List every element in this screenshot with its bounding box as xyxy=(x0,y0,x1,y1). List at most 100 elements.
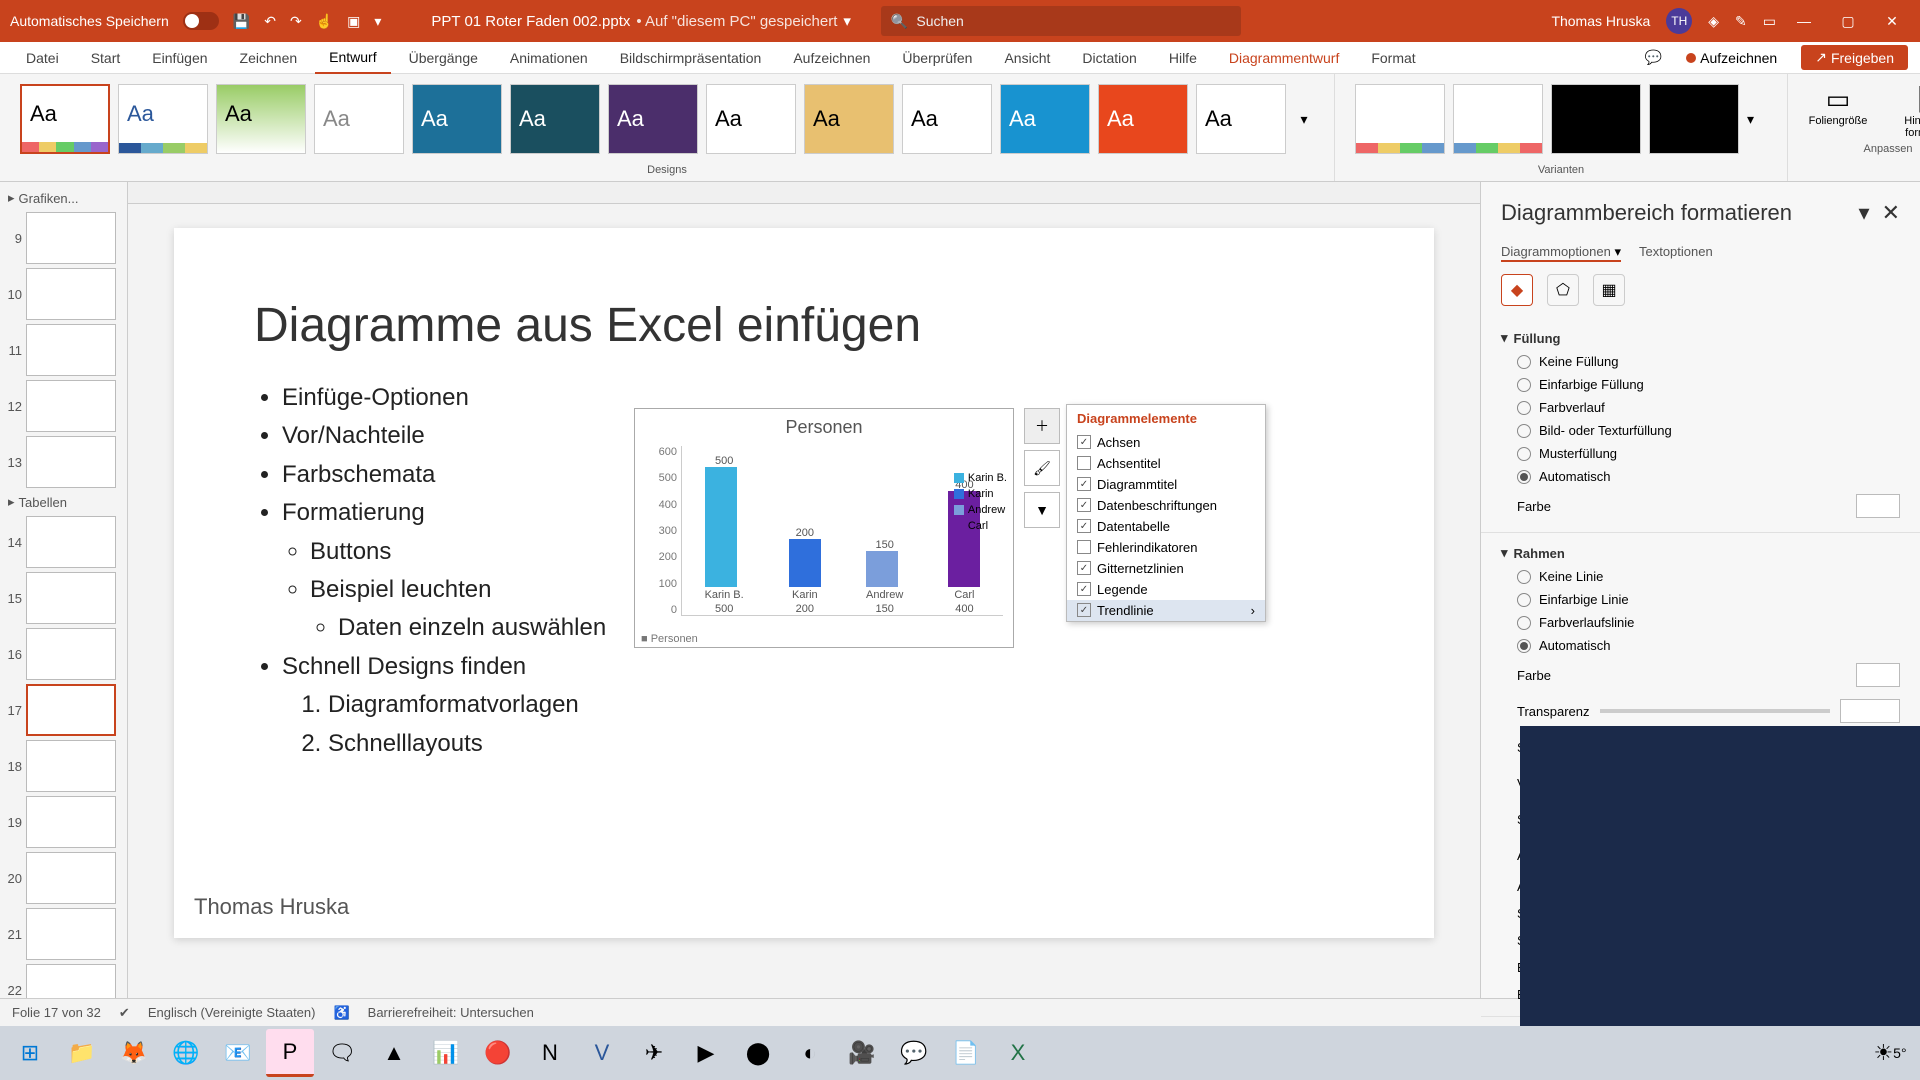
slide-title[interactable]: Diagramme aus Excel einfügen xyxy=(254,298,1354,353)
app-icon-5[interactable]: ◐ xyxy=(786,1029,834,1077)
effects-icon[interactable]: ⬠ xyxy=(1547,274,1579,306)
present-icon[interactable]: ▣ xyxy=(347,13,360,30)
theme-5[interactable]: Aa xyxy=(412,84,502,154)
chrome-icon[interactable]: 🌐 xyxy=(162,1029,210,1077)
thumb-19[interactable] xyxy=(26,796,116,848)
vlc-icon[interactable]: ▲ xyxy=(370,1029,418,1077)
thumb-22[interactable] xyxy=(26,964,116,998)
theme-12[interactable]: Aa xyxy=(1098,84,1188,154)
elem-trendlinie[interactable]: ✓Trendlinie› xyxy=(1067,600,1265,621)
variant-3[interactable] xyxy=(1551,84,1641,154)
radio-keine-fuellung[interactable]: Keine Füllung xyxy=(1501,350,1900,373)
user-avatar[interactable]: TH xyxy=(1666,8,1692,34)
tab-aufzeichnen[interactable]: Aufzeichnen xyxy=(779,42,884,74)
app-icon-2[interactable]: 📊 xyxy=(422,1029,470,1077)
theme-more-icon[interactable]: ▾ xyxy=(1294,111,1314,128)
elem-gitternetzlinien[interactable]: ✓Gitternetzlinien xyxy=(1067,558,1265,579)
tab-ueberpruefen[interactable]: Überprüfen xyxy=(888,42,986,74)
tab-hilfe[interactable]: Hilfe xyxy=(1155,42,1211,74)
tab-entwurf[interactable]: Entwurf xyxy=(315,42,390,74)
obs-icon[interactable]: ⬤ xyxy=(734,1029,782,1077)
radio-muster[interactable]: Musterfüllung xyxy=(1501,442,1900,465)
tab-start[interactable]: Start xyxy=(77,42,135,74)
undo-icon[interactable]: ↶ xyxy=(264,13,276,30)
thumb-14[interactable] xyxy=(26,516,116,568)
thumb-16[interactable] xyxy=(26,628,116,680)
radio-farbverlaufslinie[interactable]: Farbverlaufslinie xyxy=(1501,611,1900,634)
close-button[interactable]: ✕ xyxy=(1874,7,1910,35)
theme-3[interactable]: Aa xyxy=(216,84,306,154)
line-color-picker[interactable] xyxy=(1856,663,1900,687)
thumb-9[interactable] xyxy=(26,212,116,264)
app-icon-3[interactable]: 🔴 xyxy=(474,1029,522,1077)
coming-soon-icon[interactable]: ◈ xyxy=(1708,13,1719,30)
share-button[interactable]: ↗Freigeben xyxy=(1801,45,1908,70)
record-button[interactable]: Aufzeichnen xyxy=(1676,50,1787,66)
app-icon-7[interactable]: 📄 xyxy=(942,1029,990,1077)
tab-diagrammentwurf[interactable]: Diagrammentwurf xyxy=(1215,42,1353,74)
thumb-21[interactable] xyxy=(26,908,116,960)
thumb-20[interactable] xyxy=(26,852,116,904)
variant-gallery[interactable]: ▾ xyxy=(1345,78,1777,160)
tab-bildschirmpraesentation[interactable]: Bildschirmpräsentation xyxy=(606,42,776,74)
tab-ansicht[interactable]: Ansicht xyxy=(990,42,1064,74)
radio-automatisch-fill[interactable]: Automatisch xyxy=(1501,465,1900,488)
tab-animationen[interactable]: Animationen xyxy=(496,42,602,74)
tab-uebergaenge[interactable]: Übergänge xyxy=(395,42,492,74)
section-fuellung[interactable]: ▾ Füllung xyxy=(1501,326,1900,350)
fp-tab-text[interactable]: Textoptionen xyxy=(1639,244,1713,262)
firefox-icon[interactable]: 🦊 xyxy=(110,1029,158,1077)
elem-datentabelle[interactable]: ✓Datentabelle xyxy=(1067,516,1265,537)
transparency-input[interactable] xyxy=(1840,699,1900,723)
save-icon[interactable]: 💾 xyxy=(233,13,250,30)
theme-9[interactable]: Aa xyxy=(804,84,894,154)
drawing-mode-icon[interactable]: ✎ xyxy=(1735,13,1747,30)
radio-keine-linie[interactable]: Keine Linie xyxy=(1501,565,1900,588)
theme-1[interactable]: Aa xyxy=(20,84,110,154)
theme-gallery[interactable]: Aa Aa Aa Aa Aa Aa Aa Aa Aa Aa Aa Aa Aa ▾ xyxy=(10,78,1324,160)
onenote-icon[interactable]: N xyxy=(526,1029,574,1077)
section-rahmen[interactable]: ▾ Rahmen xyxy=(1501,541,1900,565)
size-icon[interactable]: ▦ xyxy=(1593,274,1625,306)
thumb-13[interactable] xyxy=(26,436,116,488)
thumb-18[interactable] xyxy=(26,740,116,792)
theme-11[interactable]: Aa xyxy=(1000,84,1090,154)
radio-farbverlauf[interactable]: Farbverlauf xyxy=(1501,396,1900,419)
section-grafiken[interactable]: ▸ Grafiken... xyxy=(2,188,125,208)
minimize-button[interactable]: — xyxy=(1786,7,1822,35)
tab-format[interactable]: Format xyxy=(1357,42,1429,74)
radio-einfarbig[interactable]: Einfarbige Füllung xyxy=(1501,373,1900,396)
tab-einfuegen[interactable]: Einfügen xyxy=(138,42,221,74)
chart-filter-icon[interactable]: ▼ xyxy=(1024,492,1060,528)
accessibility-icon[interactable]: ♿ xyxy=(333,1005,349,1021)
theme-2[interactable]: Aa xyxy=(118,84,208,154)
excel-icon[interactable]: X xyxy=(994,1029,1042,1077)
telegram-icon[interactable]: ✈ xyxy=(630,1029,678,1077)
elem-achsen[interactable]: ✓Achsen xyxy=(1067,432,1265,453)
theme-4[interactable]: Aa xyxy=(314,84,404,154)
variant-more-icon[interactable]: ▾ xyxy=(1747,111,1767,128)
touch-icon[interactable]: ☝ xyxy=(316,13,333,30)
search-box[interactable]: 🔍 Suchen xyxy=(881,6,1241,36)
status-language[interactable]: Englisch (Vereinigte Staaten) xyxy=(148,1005,316,1020)
slide-canvas[interactable]: Diagramme aus Excel einfügen Einfüge-Opt… xyxy=(174,228,1434,938)
powerpoint-icon[interactable]: P xyxy=(266,1029,314,1077)
maximize-button[interactable]: ▢ xyxy=(1830,7,1866,35)
embedded-chart[interactable]: Personen 600500 400300 200100 0 500Karin… xyxy=(634,408,1014,648)
tab-datei[interactable]: Datei xyxy=(12,42,73,74)
chart-brush-icon[interactable]: 🖌 xyxy=(1024,450,1060,486)
app-icon-6[interactable]: 💬 xyxy=(890,1029,938,1077)
variant-2[interactable] xyxy=(1453,84,1543,154)
file-name-area[interactable]: PPT 01 Roter Faden 002.pptx • Auf "diese… xyxy=(431,12,851,30)
thumb-15[interactable] xyxy=(26,572,116,624)
outlook-icon[interactable]: 📧 xyxy=(214,1029,262,1077)
slide-size-button[interactable]: ▭Foliengröße xyxy=(1798,84,1878,139)
elem-legende[interactable]: ✓Legende xyxy=(1067,579,1265,600)
zoom-icon[interactable]: 🎥 xyxy=(838,1029,886,1077)
explorer-icon[interactable]: 📁 xyxy=(58,1029,106,1077)
thumb-11[interactable] xyxy=(26,324,116,376)
elem-fehlerindikatoren[interactable]: Fehlerindikatoren xyxy=(1067,537,1265,558)
theme-13[interactable]: Aa xyxy=(1196,84,1286,154)
chart-plus-icon[interactable]: ＋ xyxy=(1024,408,1060,444)
theme-10[interactable]: Aa xyxy=(902,84,992,154)
